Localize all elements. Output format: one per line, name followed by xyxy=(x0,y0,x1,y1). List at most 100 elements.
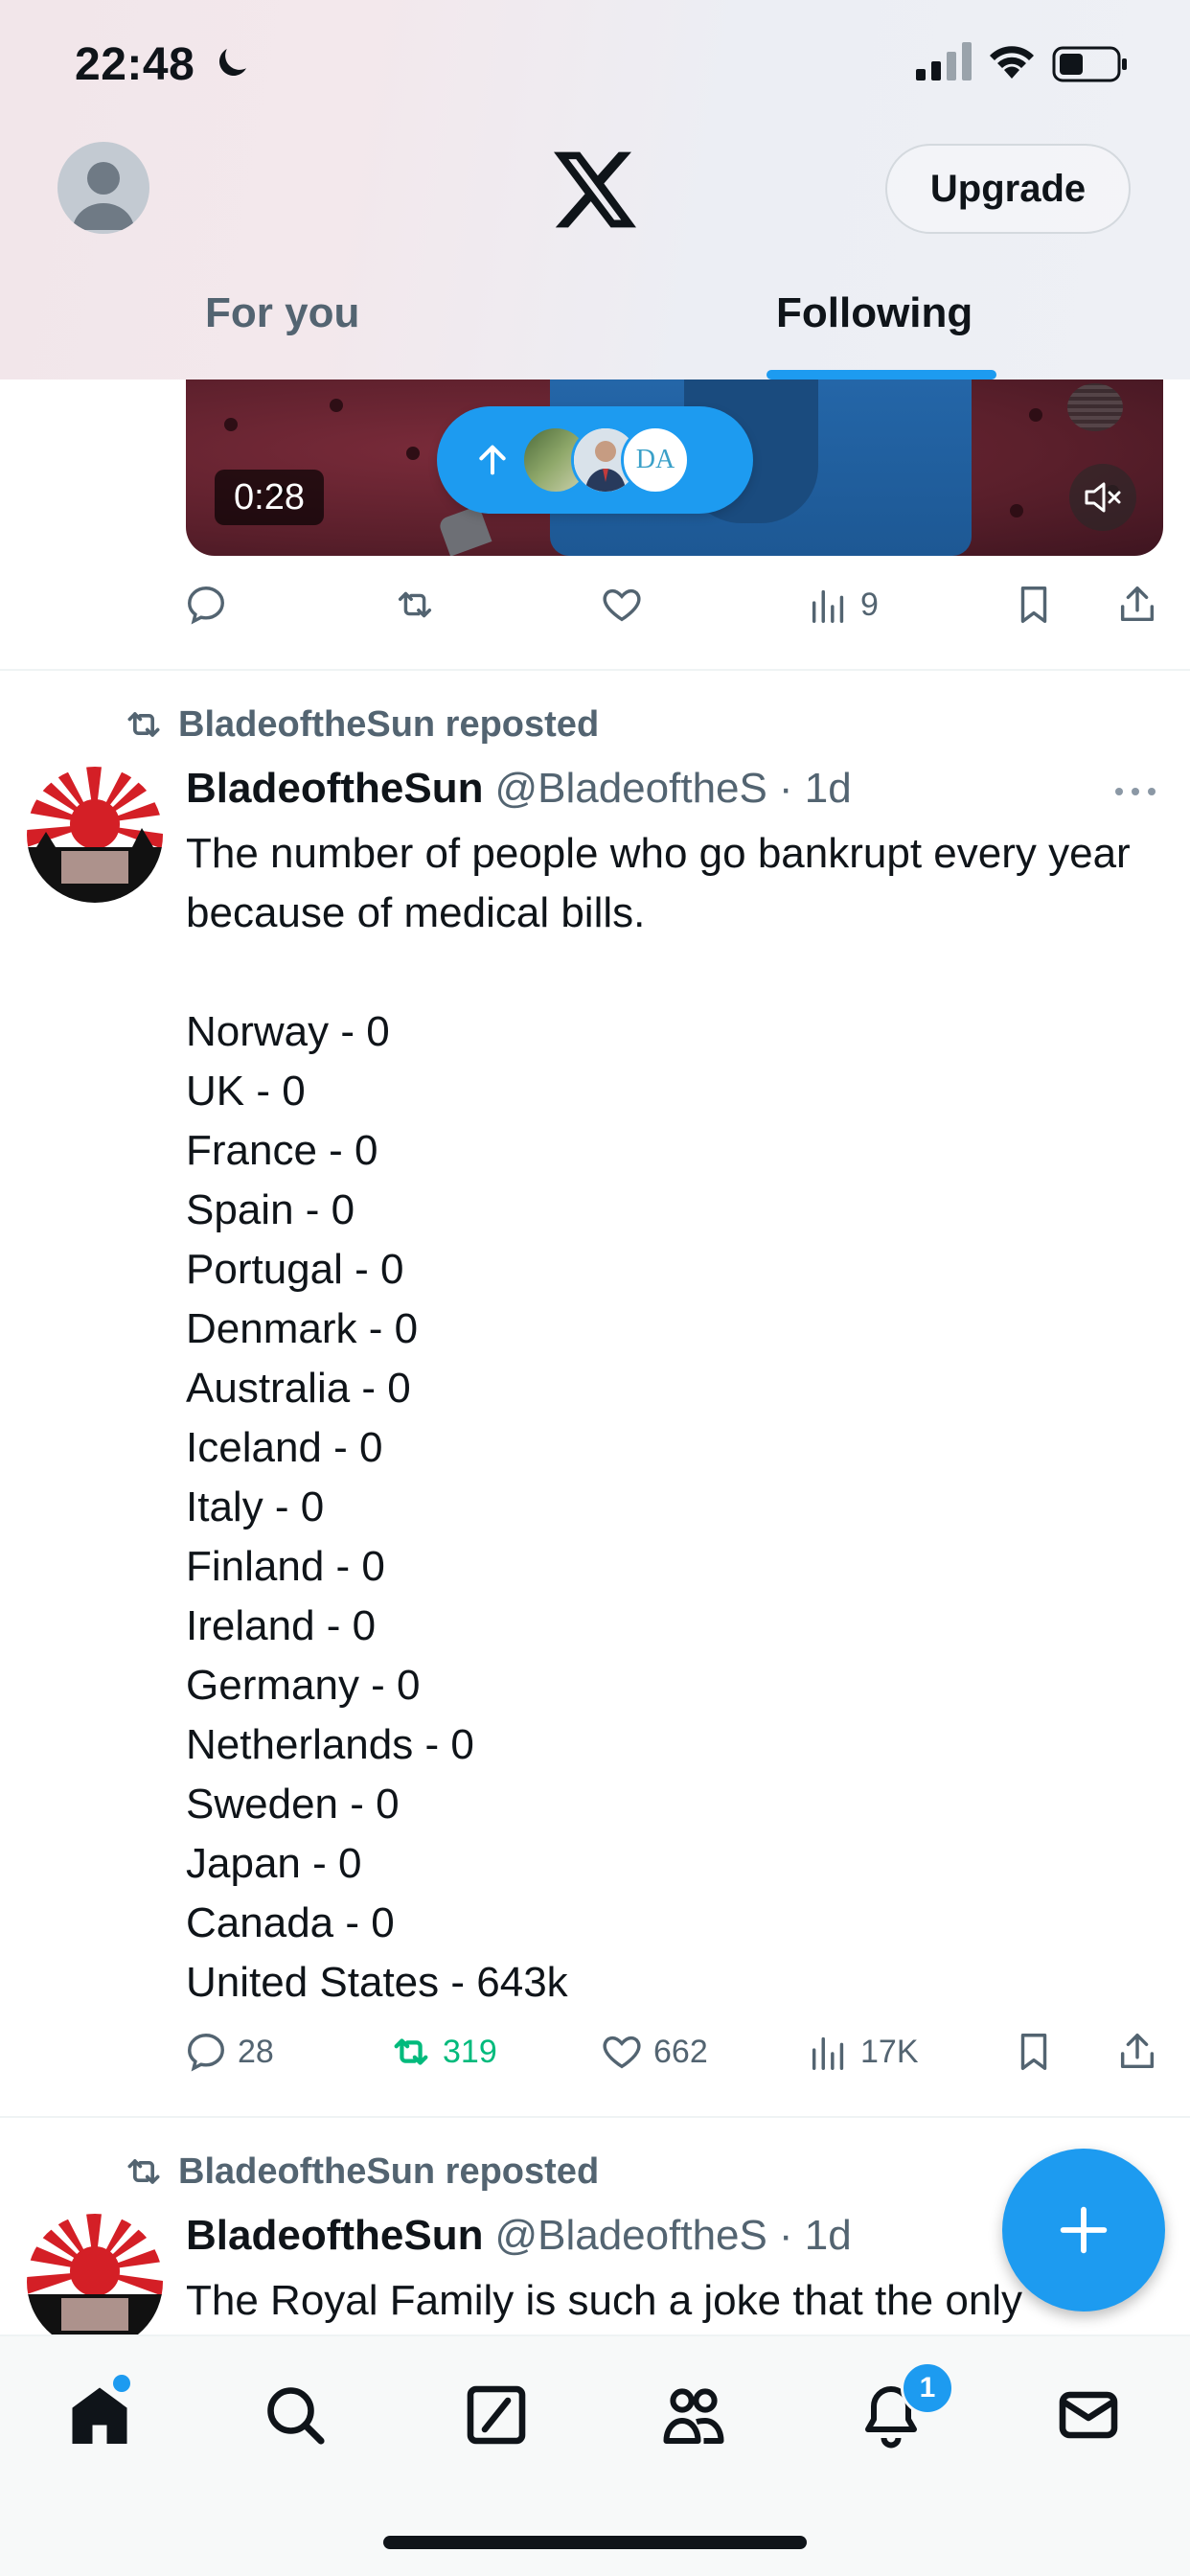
tweet-header: BladeoftheSun @BladeoftheS · 1d xyxy=(186,765,852,813)
tab-selected-indicator xyxy=(767,370,996,380)
post-time: · 1d xyxy=(778,2212,852,2259)
tweet-text[interactable]: The number of people who go bankrupt eve… xyxy=(186,824,1144,2012)
new-posts-pill[interactable]: DA xyxy=(437,406,753,514)
tab-for-you[interactable]: For you xyxy=(205,289,359,337)
share-button[interactable] xyxy=(1115,583,1159,627)
repost-button[interactable] xyxy=(393,583,446,627)
pill-avatar-3: DA xyxy=(621,426,690,494)
country-list-item: Sweden - 0 xyxy=(186,1781,400,1828)
views-chart-icon xyxy=(812,2036,844,2070)
author-handle[interactable]: @BladeoftheS xyxy=(494,2212,767,2260)
country-list-item: Denmark - 0 xyxy=(186,1305,419,1352)
tab-following[interactable]: Following xyxy=(776,289,973,337)
bookmark-button[interactable] xyxy=(1012,583,1056,627)
repost-context[interactable]: BladeoftheSun reposted xyxy=(123,2150,599,2193)
country-list-item: Australia - 0 xyxy=(186,1365,411,1412)
mute-button[interactable] xyxy=(1069,464,1136,531)
country-list-item: France - 0 xyxy=(186,1127,378,1174)
video-frame-detail xyxy=(1010,504,1023,518)
country-list-item: Finland - 0 xyxy=(186,1543,385,1590)
video-duration: 0:28 xyxy=(215,470,324,525)
post-divider xyxy=(0,669,1190,671)
reply-icon xyxy=(188,2034,224,2072)
tweet-intro: The number of people who go bankrupt eve… xyxy=(186,830,1131,936)
country-list-item: Iceland - 0 xyxy=(186,1424,383,1471)
x-logo-icon[interactable] xyxy=(554,151,636,228)
video-frame-detail xyxy=(330,399,343,412)
upgrade-button[interactable]: Upgrade xyxy=(885,144,1131,234)
compose-button[interactable] xyxy=(1002,2149,1165,2312)
repost-context-label: BladeoftheSun reposted xyxy=(178,2150,600,2192)
views-button[interactable]: 17K xyxy=(807,2030,919,2074)
bookmark-icon xyxy=(1020,2034,1047,2070)
country-list-item: Japan - 0 xyxy=(186,1840,362,1887)
cellular-signal-icon xyxy=(916,42,972,80)
country-list-item: Germany - 0 xyxy=(186,1662,421,1709)
country-list-item: UK - 0 xyxy=(186,1068,306,1115)
search-icon[interactable] xyxy=(261,2380,330,2450)
share-icon xyxy=(1120,2034,1155,2069)
repost-button[interactable]: 319 xyxy=(389,2030,497,2074)
home-indicator xyxy=(383,2536,807,2549)
bottom-navigation: 1 xyxy=(0,2334,1190,2576)
repost-icon xyxy=(394,2038,428,2065)
more-options-icon[interactable] xyxy=(1111,782,1159,801)
like-count: 662 xyxy=(653,2033,708,2070)
plus-icon xyxy=(1060,2206,1108,2254)
heart-icon xyxy=(603,2036,641,2069)
notification-badge: 1 xyxy=(901,2361,954,2415)
author-avatar[interactable] xyxy=(27,767,163,903)
author-name[interactable]: BladeoftheSun xyxy=(186,765,483,813)
country-list-item: Netherlands - 0 xyxy=(186,1721,474,1768)
view-count: 17K xyxy=(860,2033,919,2070)
country-list-item: Italy - 0 xyxy=(186,1484,325,1530)
rising-sun-avatar xyxy=(27,2214,163,2350)
reply-button[interactable] xyxy=(184,583,238,627)
country-list-item: Spain - 0 xyxy=(186,1186,355,1233)
repost-icon xyxy=(127,2159,160,2184)
post-time: · 1d xyxy=(778,765,852,812)
video-frame-detail xyxy=(406,447,420,460)
video-frame-detail xyxy=(1029,408,1042,422)
bookmark-button[interactable] xyxy=(1012,2030,1056,2074)
share-icon xyxy=(1120,586,1155,622)
status-time: 22:48 xyxy=(75,39,195,90)
repost-icon xyxy=(398,591,432,618)
author-name[interactable]: BladeoftheSun xyxy=(186,2212,483,2260)
views-button[interactable]: 9 xyxy=(807,583,879,627)
reply-button[interactable]: 28 xyxy=(184,2030,274,2074)
share-button[interactable] xyxy=(1115,2030,1159,2074)
country-list-item: Portugal - 0 xyxy=(186,1246,404,1293)
moon-icon xyxy=(219,49,246,76)
home-unread-dot xyxy=(113,2375,130,2392)
like-button[interactable]: 662 xyxy=(600,2030,708,2074)
grok-icon[interactable] xyxy=(462,2380,531,2450)
communities-icon[interactable] xyxy=(659,2380,728,2450)
messages-icon[interactable] xyxy=(1054,2380,1123,2450)
author-avatar[interactable] xyxy=(27,2214,163,2350)
views-chart-icon xyxy=(812,589,844,623)
pill-avatar-3-label: DA xyxy=(635,445,675,474)
profile-avatar[interactable] xyxy=(57,142,149,234)
bookmark-icon xyxy=(1020,586,1047,623)
country-list-item: United States - 643k xyxy=(186,1959,568,2006)
reply-count: 28 xyxy=(238,2033,274,2070)
country-list-item: Ireland - 0 xyxy=(186,1602,377,1649)
default-user-icon xyxy=(73,162,134,230)
wifi-icon xyxy=(990,46,1034,79)
post-divider xyxy=(0,2116,1190,2118)
heart-icon xyxy=(603,588,641,622)
country-list-item: Norway - 0 xyxy=(186,1008,390,1055)
rising-sun-avatar xyxy=(27,767,163,903)
video-frame-speaker xyxy=(1067,383,1123,431)
speaker-muted-icon xyxy=(1085,482,1121,513)
country-list-item: Canada - 0 xyxy=(186,1899,395,1946)
video-frame-detail xyxy=(224,418,238,431)
battery-icon xyxy=(1052,46,1127,82)
view-count: 9 xyxy=(860,586,879,623)
repost-context[interactable]: BladeoftheSun reposted xyxy=(123,703,599,746)
like-button[interactable] xyxy=(600,583,653,627)
repost-context-label: BladeoftheSun reposted xyxy=(178,703,600,745)
author-handle[interactable]: @BladeoftheS xyxy=(494,765,767,813)
